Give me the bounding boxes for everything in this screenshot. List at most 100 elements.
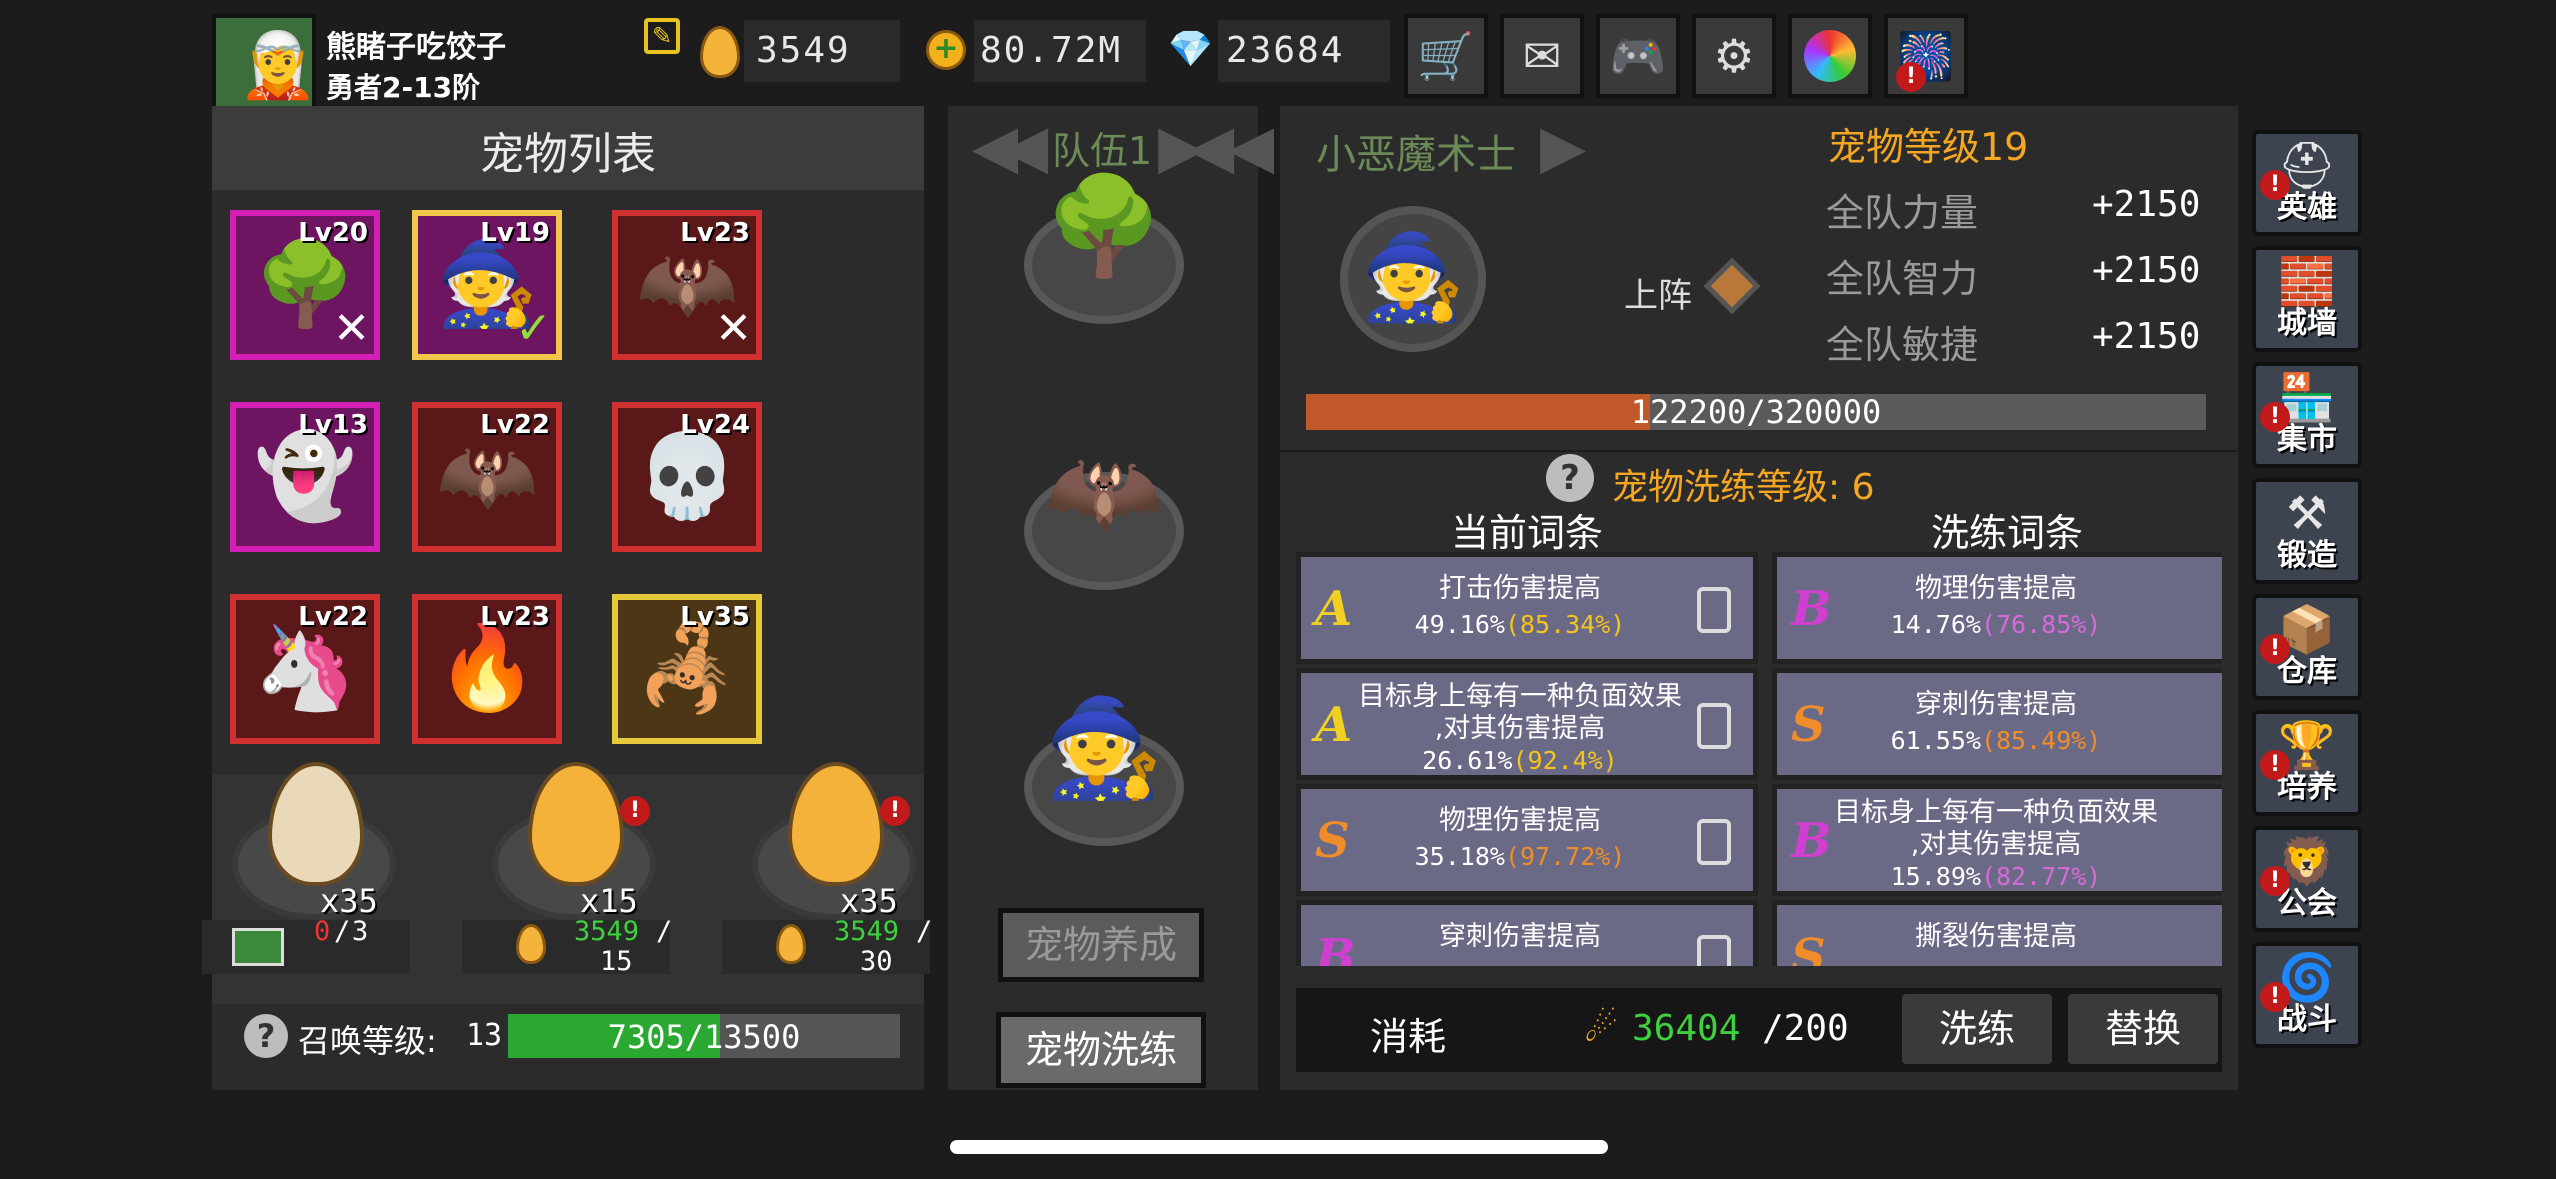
side-menu-button[interactable]: 🌀 战斗! [2252,942,2362,1048]
alert-badge: ! [2260,750,2290,780]
affix-card[interactable]: A 打击伤害提高 49.16%(85.34%) [1296,552,1758,664]
affix-grade: B [1791,581,1832,637]
summon-progress-text: 7305/13500 [607,1018,801,1056]
egg-cost-current: 0 [314,916,331,947]
side-menu-button[interactable]: ⚒ 锻造 [2252,478,2362,584]
affix-grade: B [1315,929,1356,966]
pet-nurture-label: 宠物养成 [1024,923,1177,967]
mail-button[interactable]: ✉ [1500,14,1584,98]
pet-refine-button[interactable]: 宠物洗练 [996,1012,1206,1088]
pet-card[interactable]: 🔥 Lv23 [412,594,562,744]
affix-grade: A [1315,581,1353,637]
affix-max-value: (97.72%) [1504,842,1626,871]
egg-cost-total: 30 [860,946,893,977]
refine-stone-icon: ☄ [1584,1006,1619,1050]
pet-card[interactable]: 🌳 Lv20 ✕ [230,210,380,360]
help-icon[interactable]: ? [244,1014,288,1058]
summon-level-value: 13 [466,1018,503,1053]
team-slot-pet-icon[interactable]: 🧙 [1044,692,1164,805]
side-menu-button[interactable]: ⛑ 英雄! [2252,130,2362,236]
gold-egg-icon [776,924,806,964]
affix-value-line: 35.18%(97.72%) [1357,841,1683,873]
affix-card[interactable]: B 穿刺伤害提高 [1296,900,1758,966]
pet-level-badge: Lv19 [480,218,550,248]
pet-card[interactable]: 🦇 Lv23 ✕ [612,210,762,360]
next-pet-arrow-icon[interactable]: ▶ [1540,112,1586,182]
edit-name-icon[interactable]: ✎ [644,18,680,54]
affix-card[interactable]: S 撕裂伤害提高 [1772,900,2222,966]
home-indicator[interactable] [950,1140,1608,1154]
shop-button[interactable]: 🛒 [1404,14,1488,98]
affix-card[interactable]: B 目标身上每有一种负面效果 ,对其伤害提高 15.89%(82.77%) [1772,784,2222,896]
gamepad-button[interactable]: 🎮 [1596,14,1680,98]
team-slot-pet-icon[interactable]: 🌳 [1044,170,1164,283]
team-slot-pet-icon[interactable]: 🦇 [1044,436,1164,549]
next-team-arrow-icon[interactable]: ▶◀ [1158,112,1234,182]
affix-grade: A [1315,697,1353,753]
affix-max-value: (82.77%) [1980,862,2102,891]
affix-max-value: (85.49%) [1980,726,2102,755]
side-menu-button[interactable]: 🏪 集市! [2252,362,2362,468]
affix-max-value: (85.34%) [1504,610,1626,639]
pet-level-badge: Lv24 [680,410,750,440]
coin-plus-icon[interactable]: + [926,30,966,70]
replace-action-label: 替换 [2104,1007,2181,1051]
alert-badge: ! [2260,982,2290,1012]
egg-cost-total: 15 [600,946,633,977]
player-rank: 勇者2-13阶 [326,71,481,104]
refine-help-icon[interactable]: ? [1546,454,1594,502]
pet-portrait-icon: 🦇 [435,429,539,524]
affix-card[interactable]: S 穿刺伤害提高 61.55%(85.49%) [1772,668,2222,780]
egg-cost-separator: / [656,916,673,947]
settings-button[interactable]: ⚙ [1692,14,1776,98]
side-menu-label: 锻造 [2277,538,2337,573]
pet-card[interactable]: 💀 Lv24 [612,402,762,552]
side-menu-button[interactable]: 🏆 培养! [2252,710,2362,816]
affix-name-cont: ,对其伤害提高 [1434,713,1606,744]
affix-card[interactable]: A 目标身上每有一种负面效果 ,对其伤害提高 26.61%(92.4%) [1296,668,1758,780]
egg-cost-current: 3549 [834,916,900,947]
affix-name: 穿刺伤害提高 [1439,921,1601,952]
lock-icon[interactable] [1697,587,1731,633]
shop-cart-icon: 🛒 [1417,28,1475,83]
gear-icon: ⚙ [1713,29,1755,83]
ad-video-icon [232,928,284,966]
pet-card[interactable]: 👻 Lv13 [230,402,380,552]
alert-badge: ! [880,796,910,826]
affix-card[interactable]: B 物理伤害提高 14.76%(76.85%) [1772,552,2222,664]
lock-icon[interactable] [1697,703,1731,749]
pet-card[interactable]: 🦂 Lv35 [612,594,762,744]
refine-action-button[interactable]: 洗练 [1902,994,2052,1064]
player-name: 熊睹子吃饺子 [326,30,506,65]
player-avatar[interactable]: 🧝 [212,14,318,118]
pet-card[interactable]: 🦄 Lv22 [230,594,380,744]
affix-grade: S [1791,697,1826,753]
color-wheel-button[interactable] [1788,14,1872,98]
cross-icon: ✕ [715,303,752,354]
affix-value-line: 26.61%(92.4%) [1357,745,1683,777]
replace-action-button[interactable]: 替换 [2068,994,2218,1064]
stat-value: +2150 [2092,250,2201,291]
affix-scroll-area[interactable]: A 打击伤害提高 49.16%(85.34%) A 目标身上每有一种负面效果 ,对其伤害提… [1296,552,2222,966]
refine-action-label: 洗练 [1938,1007,2015,1051]
affix-value: 15.89% [1890,862,1981,891]
pet-card[interactable]: 🧙 Lv19 ✓ [412,210,562,360]
side-menu-button[interactable]: 📦 仓库! [2252,594,2362,700]
fireworks-button[interactable]: 🎆! [1884,14,1968,98]
side-menu-button[interactable]: 🧱 城墙 [2252,246,2362,352]
side-menu-button[interactable]: 🦁 公会! [2252,826,2362,932]
affix-card[interactable]: S 物理伤害提高 35.18%(97.72%) [1296,784,1758,896]
pet-card[interactable]: 🦇 Lv22 [412,402,562,552]
lock-icon[interactable] [1697,819,1731,865]
pet-portrait-icon: 👻 [253,429,357,524]
affix-value: 14.76% [1890,610,1981,639]
prev-pet-arrow-icon[interactable]: ◀ [1228,112,1274,182]
affix-name-cont: ,对其伤害提高 [1910,829,2082,860]
alert-badge: ! [2260,866,2290,896]
prev-team-arrow-icon[interactable]: ◀◀ [972,112,1048,182]
diamond-plus-icon[interactable]: 💎 [1168,28,1213,70]
pet-nurture-button[interactable]: 宠物养成 [998,908,1204,982]
lock-icon[interactable] [1697,935,1731,966]
pet-portrait-icon: 🦄 [253,621,357,716]
gamepad-icon: 🎮 [1609,28,1667,83]
